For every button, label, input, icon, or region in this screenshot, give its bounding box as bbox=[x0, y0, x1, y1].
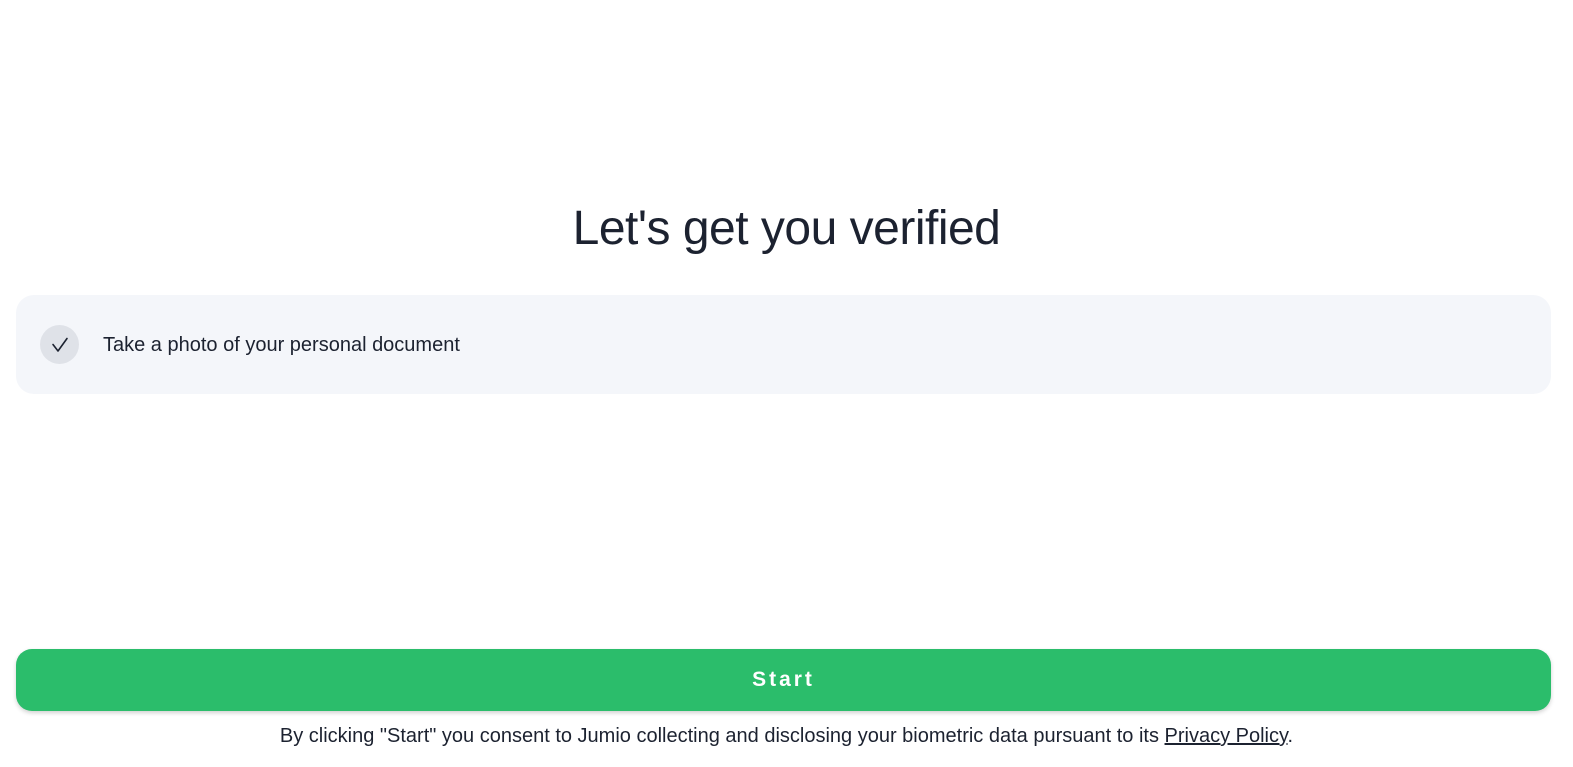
page-title: Let's get you verified bbox=[572, 202, 1001, 255]
step-label: Take a photo of your personal document bbox=[103, 334, 460, 356]
verification-page: Let's get you verified Take a photo of y… bbox=[0, 0, 1573, 767]
check-icon bbox=[40, 325, 79, 364]
step-item-document-photo: Take a photo of your personal document bbox=[16, 295, 1551, 394]
consent-text-before: By clicking "Start" you consent to Jumio… bbox=[279, 725, 1165, 747]
start-button[interactable]: Start bbox=[16, 649, 1551, 711]
consent-text-after: . bbox=[1287, 725, 1294, 747]
consent-text: By clicking "Start" you consent to Jumio… bbox=[0, 723, 1573, 749]
privacy-policy-link[interactable]: Privacy Policy bbox=[1165, 725, 1288, 747]
